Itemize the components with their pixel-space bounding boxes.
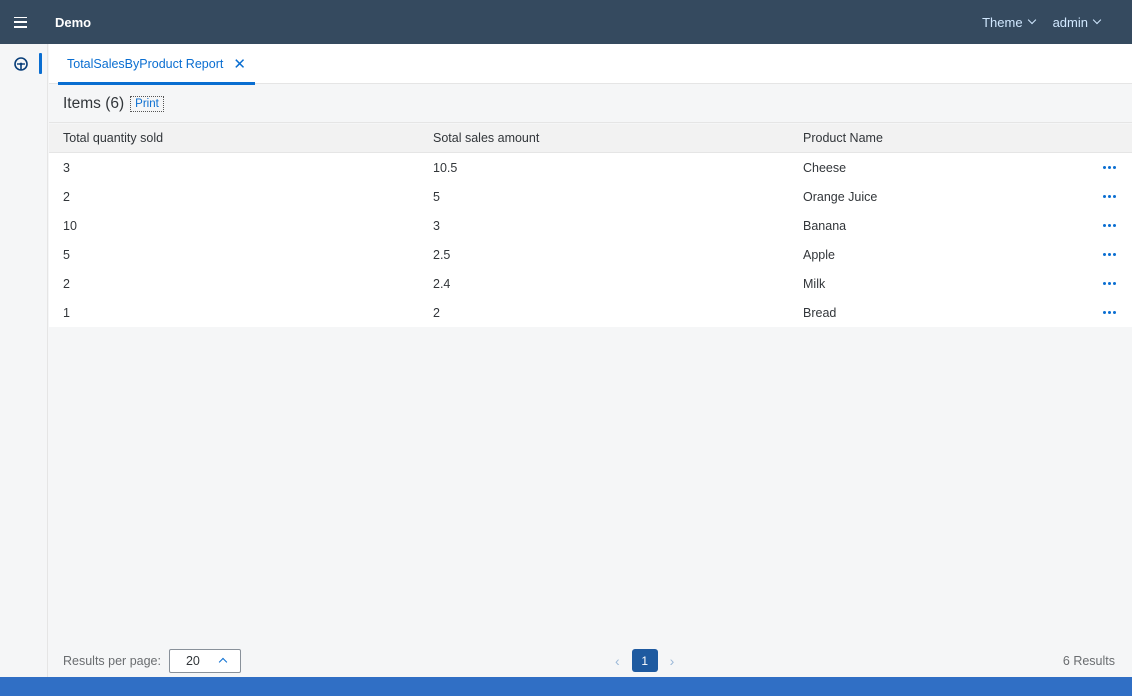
results-per-page-select[interactable]: 20 bbox=[168, 648, 241, 673]
theme-label: Theme bbox=[982, 14, 1023, 30]
more-actions-icon[interactable] bbox=[1103, 311, 1116, 314]
cell-sales-amount: 3 bbox=[433, 218, 440, 233]
tab-bar: TotalSalesByProduct Report ✕ bbox=[49, 44, 1132, 85]
cell-sales-amount: 5 bbox=[433, 189, 440, 204]
chevron-down-icon bbox=[1092, 15, 1102, 25]
shell-bar: Demo Theme admin bbox=[0, 0, 1132, 44]
cell-quantity: 3 bbox=[63, 160, 70, 175]
pagination: ‹ 1 › bbox=[615, 649, 674, 672]
table-row[interactable]: 5 2.5 Apple bbox=[49, 240, 1132, 269]
results-count: 6 Results bbox=[1062, 653, 1115, 668]
close-icon[interactable]: ✕ bbox=[233, 57, 246, 72]
cell-product-name: Apple bbox=[803, 247, 835, 262]
column-header-sales-amount[interactable]: Sotal sales amount bbox=[433, 131, 539, 145]
sidebar-item-dashboard[interactable] bbox=[0, 44, 48, 84]
more-actions-icon[interactable] bbox=[1103, 282, 1116, 285]
user-dropdown[interactable]: admin bbox=[1052, 14, 1102, 30]
cell-product-name: Milk bbox=[803, 276, 826, 291]
print-button[interactable]: Print bbox=[130, 95, 164, 112]
cell-product-name: Banana bbox=[803, 218, 847, 233]
active-indicator bbox=[39, 53, 42, 74]
cell-product-name: Orange Juice bbox=[803, 189, 878, 204]
chevron-down-icon bbox=[1027, 15, 1036, 25]
results-per-page-label: Results per page: bbox=[63, 653, 161, 668]
table-row[interactable]: 1 2 Bread bbox=[49, 298, 1132, 327]
cell-sales-amount: 2.4 bbox=[433, 276, 451, 291]
tab-total-sales-report[interactable]: TotalSalesByProduct Report ✕ bbox=[58, 44, 255, 85]
cell-product-name: Bread bbox=[803, 305, 837, 320]
table-row[interactable]: 3 10.5 Cheese bbox=[49, 153, 1132, 182]
column-header-quantity[interactable]: Total quantity sold bbox=[63, 131, 163, 145]
cell-quantity: 2 bbox=[63, 276, 70, 291]
results-per-page-value: 20 bbox=[185, 653, 200, 668]
more-actions-icon[interactable] bbox=[1103, 253, 1116, 256]
table-row[interactable]: 2 5 Orange Juice bbox=[49, 182, 1132, 211]
cell-quantity: 10 bbox=[63, 218, 77, 233]
cell-sales-amount: 2.5 bbox=[433, 247, 451, 262]
cell-quantity: 1 bbox=[63, 305, 70, 320]
user-label: admin bbox=[1052, 14, 1088, 30]
app-title: Demo bbox=[55, 14, 92, 30]
cell-quantity: 5 bbox=[63, 247, 70, 262]
cell-product-name: Cheese bbox=[803, 160, 847, 175]
page-button-current[interactable]: 1 bbox=[631, 649, 658, 672]
cell-sales-amount: 10.5 bbox=[433, 160, 458, 175]
cell-sales-amount: 2 bbox=[433, 305, 440, 320]
table-header: Total quantity sold Sotal sales amount P… bbox=[49, 124, 1132, 153]
previous-page-button[interactable]: ‹ bbox=[615, 653, 620, 669]
theme-dropdown[interactable]: Theme bbox=[982, 14, 1036, 30]
more-actions-icon[interactable] bbox=[1103, 224, 1116, 227]
table-row[interactable]: 2 2.4 Milk bbox=[49, 269, 1132, 298]
table-footer: Results per page: 20 ‹ 1 › 6 Results bbox=[49, 644, 1132, 677]
hamburger-icon bbox=[13, 16, 27, 28]
tab-label: TotalSalesByProduct Report bbox=[67, 57, 224, 71]
column-header-product-name[interactable]: Product Name bbox=[803, 131, 883, 145]
menu-button[interactable] bbox=[0, 0, 40, 44]
cell-quantity: 2 bbox=[63, 189, 70, 204]
more-actions-icon[interactable] bbox=[1103, 195, 1116, 198]
dashboard-gauge-icon bbox=[14, 57, 28, 71]
more-actions-icon[interactable] bbox=[1103, 166, 1116, 169]
items-count-title: Items (6) bbox=[63, 94, 125, 112]
report-table: Total quantity sold Sotal sales amount P… bbox=[49, 124, 1132, 327]
table-toolbar: Items (6) Print bbox=[49, 85, 1132, 123]
table-row[interactable]: 10 3 Banana bbox=[49, 211, 1132, 240]
chevron-up-icon bbox=[218, 657, 228, 666]
next-page-button[interactable]: › bbox=[670, 653, 675, 669]
status-bar bbox=[0, 677, 1132, 696]
side-navigation bbox=[0, 44, 48, 677]
